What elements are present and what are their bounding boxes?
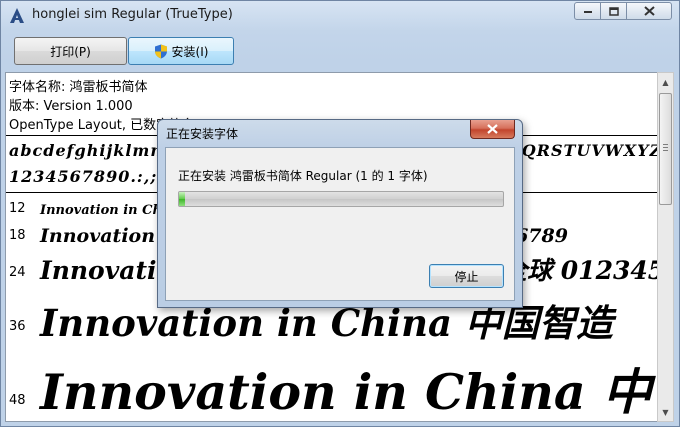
install-button[interactable]: 安装(I) — [128, 37, 234, 65]
dialog-title: 正在安装字体 — [166, 127, 239, 141]
close-button[interactable] — [626, 2, 672, 20]
title-bar[interactable]: honglei sim Regular (TrueType) — [1, 1, 679, 31]
scroll-down-arrow-icon[interactable]: ▼ — [658, 404, 673, 420]
close-icon — [643, 6, 655, 16]
size-label-24: 24 — [9, 265, 26, 280]
close-icon — [487, 124, 498, 134]
dialog-close-button[interactable] — [470, 120, 515, 139]
size-label-18: 18 — [9, 228, 26, 243]
dialog-body: 正在安装 鸿雷板书简体 Regular (1 的 1 字体) 停止 — [165, 147, 515, 301]
window-title: honglei sim Regular (TrueType) — [32, 7, 233, 22]
stop-button[interactable]: 停止 — [429, 264, 504, 288]
scroll-up-arrow-icon[interactable]: ▲ — [658, 74, 673, 90]
vertical-scrollbar[interactable]: ▲ ▼ — [657, 72, 674, 422]
size-label-48: 48 — [9, 393, 26, 408]
maximize-icon — [608, 6, 619, 16]
sample-row-48: Innovation in China 中 — [40, 363, 652, 421]
size-label-36: 36 — [9, 319, 26, 334]
progress-fill — [179, 192, 186, 206]
installing-fonts-dialog: 正在安装字体 正在安装 鸿雷板书简体 Regular (1 的 1 字体) 停止 — [157, 119, 523, 308]
size-label-12: 12 — [9, 201, 26, 216]
uac-shield-icon — [154, 44, 167, 58]
minimize-icon — [583, 11, 592, 13]
minimize-button[interactable] — [574, 2, 601, 20]
install-button-label: 安装(I) — [171, 44, 209, 59]
maximize-button[interactable] — [600, 2, 627, 20]
font-viewer-icon — [10, 8, 24, 23]
scrollbar-thumb[interactable] — [659, 93, 672, 205]
font-version-line: 版本: Version 1.000 — [9, 99, 133, 114]
font-name-line: 字体名称: 鸿雷板书简体 — [9, 80, 148, 95]
print-button[interactable]: 打印(P) — [14, 37, 127, 65]
stop-button-label: 停止 — [454, 269, 479, 284]
print-button-label: 打印(P) — [50, 44, 91, 59]
install-status-message: 正在安装 鸿雷板书简体 Regular (1 的 1 字体) — [178, 169, 428, 183]
install-progress-bar — [178, 191, 504, 207]
